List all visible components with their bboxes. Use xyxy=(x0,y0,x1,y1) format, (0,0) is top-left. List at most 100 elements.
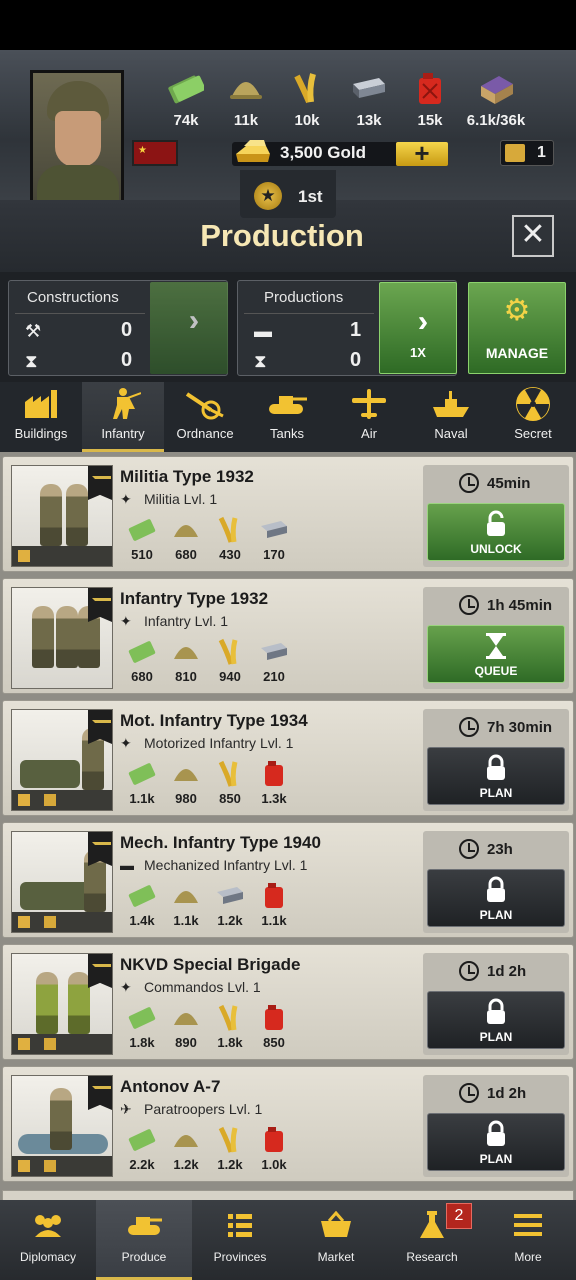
steel-icon xyxy=(252,637,296,667)
fuel-can-icon xyxy=(400,70,460,108)
unit-name: Mech. Infantry Type 1940 xyxy=(120,833,321,852)
hourglass-icon: ⧗ xyxy=(25,351,38,371)
flask-icon xyxy=(18,916,30,928)
rank-chevron-icon xyxy=(88,1076,112,1110)
buy-gold-button[interactable]: + xyxy=(396,140,448,166)
unit-image xyxy=(11,831,113,933)
plan-button[interactable]: PLAN xyxy=(427,869,565,927)
basket-icon xyxy=(288,1200,384,1250)
clock-icon xyxy=(459,961,479,981)
calculator-icon xyxy=(44,916,56,928)
constructions-speedup-button[interactable]: ››› xyxy=(150,282,228,374)
nav-produce[interactable]: Produce xyxy=(96,1200,192,1280)
hourglass-icon: ⧗ xyxy=(254,351,267,371)
constructions-active: 0 xyxy=(121,319,133,341)
manage-button[interactable]: ⚙ MANAGE xyxy=(468,282,566,374)
wheat-icon xyxy=(208,637,252,667)
resource-fuel[interactable]: 15k xyxy=(400,70,460,129)
nav-diplomacy[interactable]: Diplomacy xyxy=(0,1200,96,1280)
ship-icon xyxy=(410,382,492,426)
production-time: 1d 2h xyxy=(487,963,527,980)
tab-air[interactable]: Air xyxy=(328,382,410,452)
flask-icon xyxy=(18,1160,30,1172)
avatar-face xyxy=(55,111,101,167)
people-icon xyxy=(0,1200,96,1250)
close-button[interactable]: ✕ xyxy=(512,215,554,257)
unit-image xyxy=(11,587,113,689)
unit-type: ✈ Paratroopers Lvl. 1 xyxy=(120,1101,263,1117)
tab-infantry[interactable]: Infantry xyxy=(82,382,164,452)
helmet-icon xyxy=(164,759,208,789)
production-time: 45min xyxy=(487,475,531,492)
unit-card[interactable]: Militia Type 1932 ✦ Militia Lvl. 1 510 68… xyxy=(2,456,574,572)
queue-button[interactable]: QUEUE xyxy=(427,625,565,683)
productions-speedup-button[interactable]: ››› 1X xyxy=(379,282,457,374)
lock-icon xyxy=(428,754,564,782)
wheat-icon xyxy=(208,1125,252,1155)
tab-buildings[interactable]: Buildings xyxy=(0,382,82,452)
unit-type: ▬ Mechanized Infantry Lvl. 1 xyxy=(120,857,308,873)
bottom-nav: Diplomacy Produce Provinces Market Resea… xyxy=(0,1200,576,1280)
research-badge: 2 xyxy=(446,1203,472,1229)
unit-costs: 1.8k 890 1.8k 850 xyxy=(120,1003,300,1053)
productions-queued: 0 xyxy=(350,349,362,371)
fuel-can-icon xyxy=(252,1003,296,1033)
plan-button[interactable]: PLAN xyxy=(427,991,565,1049)
tab-secret[interactable]: Secret xyxy=(492,382,574,452)
flask-icon xyxy=(18,1038,30,1050)
unit-list[interactable]: Militia Type 1932 ✦ Militia Lvl. 1 510 68… xyxy=(0,452,576,1200)
resource-manpower[interactable]: 11k xyxy=(216,70,276,129)
unit-name: NKVD Special Brigade xyxy=(120,955,301,974)
production-time: 23h xyxy=(487,841,513,858)
production-time-box: 1d 2h PLAN xyxy=(423,953,569,1055)
unit-type: ✦ Commandos Lvl. 1 xyxy=(120,979,261,995)
tab-naval[interactable]: Naval xyxy=(410,382,492,452)
unlock-button[interactable]: UNLOCK xyxy=(427,503,565,561)
unit-card[interactable]: Mot. Infantry Type 1934 ✦ Motorized Infan… xyxy=(2,700,574,816)
resource-food[interactable]: 10k xyxy=(277,70,337,129)
calculator-icon xyxy=(44,794,56,806)
resource-money[interactable]: 74k xyxy=(156,70,216,129)
rank-tab[interactable]: ★ 1st xyxy=(240,170,336,218)
queue-panels: Constructions ⚒ 0 ⧗ 0 ››› Productions ▬ … xyxy=(0,272,576,382)
nav-more[interactable]: More xyxy=(480,1200,576,1280)
unit-image xyxy=(11,1075,113,1177)
nation-flag[interactable]: ★ xyxy=(132,140,178,166)
gold-amount: 3,500 Gold xyxy=(280,143,366,162)
rank-label: 1st xyxy=(298,187,323,206)
unit-type: ✦ Motorized Infantry Lvl. 1 xyxy=(120,735,294,751)
unit-card[interactable]: Antonov A-7 ✈ Paratroopers Lvl. 1 2.2k 1.… xyxy=(2,1066,574,1182)
unit-card[interactable]: Mech. Infantry Type 1940 ▬ Mechanized Inf… xyxy=(2,822,574,938)
nav-market[interactable]: Market xyxy=(288,1200,384,1280)
money-icon xyxy=(120,637,164,667)
menu-icon xyxy=(480,1200,576,1250)
resource-steel[interactable]: 13k xyxy=(339,70,399,129)
resource-goods[interactable]: 6.1k/36k xyxy=(466,70,526,129)
constructions-label: Constructions xyxy=(27,289,119,306)
plane-icon xyxy=(328,382,410,426)
plan-button[interactable]: PLAN xyxy=(427,1113,565,1171)
steel-icon xyxy=(339,70,399,108)
clock-icon xyxy=(459,595,479,615)
unit-card-partial[interactable] xyxy=(2,1190,574,1200)
status-bar xyxy=(0,0,576,50)
page-title: Production xyxy=(200,218,364,253)
clock-icon xyxy=(459,839,479,859)
productions-label: Productions xyxy=(264,289,344,306)
tab-ordnance[interactable]: Ordnance xyxy=(164,382,246,452)
lock-icon xyxy=(428,998,564,1026)
plan-button[interactable]: PLAN xyxy=(427,747,565,805)
rank-chevron-icon xyxy=(88,588,112,622)
soldier-icon xyxy=(82,382,164,426)
nav-provinces[interactable]: Provinces xyxy=(192,1200,288,1280)
unit-card[interactable]: NKVD Special Brigade ✦ Commandos Lvl. 1 1… xyxy=(2,944,574,1060)
tab-tanks[interactable]: Tanks xyxy=(246,382,328,452)
money-icon xyxy=(120,1003,164,1033)
production-time-box: 45min UNLOCK xyxy=(423,465,569,567)
tank-icon xyxy=(246,382,328,426)
money-icon xyxy=(120,881,164,911)
calculator-counter[interactable]: 1 xyxy=(500,140,554,166)
money-icon xyxy=(120,515,164,545)
constructions-queued: 0 xyxy=(121,349,133,371)
unit-card[interactable]: Infantry Type 1932 ✦ Infantry Lvl. 1 680 … xyxy=(2,578,574,694)
